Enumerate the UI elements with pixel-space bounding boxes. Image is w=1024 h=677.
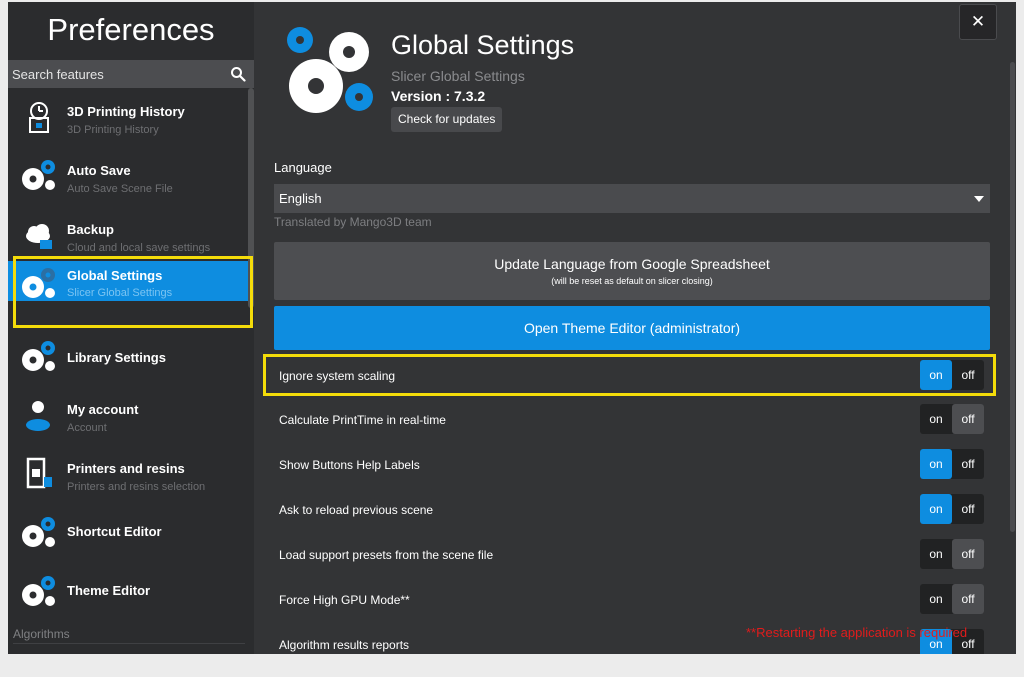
- divider: [13, 643, 245, 644]
- version-label: Version : 7.3.2: [391, 88, 486, 104]
- update-language-button[interactable]: Update Language from Google Spreadsheet …: [274, 242, 990, 300]
- user-icon: [26, 401, 50, 431]
- setting-label: Calculate PrintTime in real-time: [279, 413, 446, 427]
- toggle-off-option[interactable]: off: [952, 539, 984, 569]
- sidebar-item-title: Printers and resins: [67, 461, 185, 476]
- on-off-toggle[interactable]: on off: [920, 494, 984, 524]
- sidebar-item-title: 3D Printing History: [67, 104, 185, 119]
- cloud-icon: [26, 224, 52, 249]
- sidebar-item-shortcut-editor[interactable]: Shortcut Editor: [8, 504, 248, 560]
- language-selected-value: English: [279, 191, 322, 206]
- sidebar-item-title: My account: [67, 402, 139, 417]
- preferences-title: Preferences: [47, 12, 215, 47]
- section-label-algorithms: Algorithms: [13, 627, 70, 641]
- on-off-toggle[interactable]: on off: [920, 584, 984, 614]
- search-icon[interactable]: [230, 66, 246, 82]
- open-theme-editor-button[interactable]: Open Theme Editor (administrator): [274, 306, 990, 350]
- language-label: Language: [274, 160, 332, 175]
- update-language-note: (will be reset as default on slicer clos…: [551, 276, 713, 286]
- sidebar-item-title: Backup: [67, 222, 114, 237]
- toggle-on-option[interactable]: on: [920, 539, 952, 569]
- gears-icon: [22, 517, 55, 547]
- sidebar-item-subtitle: Printers and resins selection: [67, 481, 206, 493]
- setting-label: Show Buttons Help Labels: [279, 458, 420, 472]
- caret-down-icon: [974, 196, 984, 202]
- main-scrollbar[interactable]: [1010, 62, 1015, 532]
- sidebar-item-title: Shortcut Editor: [67, 524, 162, 539]
- update-language-label: Update Language from Google Spreadsheet: [494, 256, 770, 272]
- toggle-on-option[interactable]: on: [920, 494, 952, 524]
- toggle-off-option[interactable]: off: [952, 404, 984, 434]
- sidebar-item-3d-printing-history[interactable]: 3D Printing History 3D Printing History: [8, 88, 248, 144]
- on-off-toggle[interactable]: on off: [920, 449, 984, 479]
- setting-row: Show Buttons Help Labels on off: [274, 446, 990, 484]
- language-select[interactable]: English: [274, 184, 990, 213]
- preferences-window: Preferences 3D Printing History 3D Print…: [8, 2, 1016, 654]
- printer-icon: [26, 457, 52, 489]
- sidebar-item-theme-editor[interactable]: Theme Editor: [8, 563, 248, 619]
- sidebar: Preferences 3D Printing History 3D Print…: [8, 2, 254, 654]
- setting-row: Force High GPU Mode** on off: [274, 581, 990, 619]
- sidebar-item-subtitle: Cloud and local save settings: [67, 242, 211, 254]
- sidebar-item-title: Library Settings: [67, 350, 166, 365]
- check-for-updates-button[interactable]: Check for updates: [391, 107, 503, 132]
- main-panel: ✕ Global Settings Slicer Global Settings…: [254, 2, 1016, 654]
- restart-required-note: **Restarting the application is required: [746, 625, 968, 640]
- sidebar-item-subtitle: 3D Printing History: [67, 124, 159, 136]
- setting-row: Load support presets from the scene file…: [274, 536, 990, 574]
- sidebar-item-auto-save[interactable]: Auto Save Auto Save Scene File: [8, 147, 248, 203]
- setting-label: Load support presets from the scene file: [279, 548, 494, 562]
- close-button[interactable]: ✕: [959, 4, 997, 40]
- sidebar-item-my-account[interactable]: My account Account: [8, 386, 248, 442]
- search-input[interactable]: [8, 60, 223, 88]
- setting-row: Calculate PrintTime in real-time on off: [274, 401, 990, 439]
- on-off-toggle[interactable]: on off: [920, 539, 984, 569]
- highlight-box-sidebar: [13, 256, 253, 328]
- sidebar-item-title: Auto Save: [67, 163, 131, 178]
- toggle-on-option[interactable]: on: [920, 404, 952, 434]
- on-off-toggle[interactable]: on off: [920, 404, 984, 434]
- highlight-box-setting: [263, 354, 996, 396]
- toggle-on-option[interactable]: on: [920, 584, 952, 614]
- gears-icon: [22, 160, 55, 190]
- sidebar-item-title: Theme Editor: [67, 583, 151, 598]
- translated-by-note: Translated by Mango3D team: [274, 215, 432, 229]
- sidebar-item-subtitle: Auto Save Scene File: [67, 183, 173, 195]
- gears-logo-icon: [287, 27, 373, 113]
- toggle-off-option[interactable]: off: [952, 449, 984, 479]
- gears-icon: [22, 576, 55, 606]
- toggle-off-option[interactable]: off: [952, 494, 984, 524]
- sidebar-item-library-settings[interactable]: Library Settings: [8, 328, 248, 384]
- setting-label: Ask to reload previous scene: [279, 503, 434, 517]
- setting-row: Ask to reload previous scene on off: [274, 491, 990, 529]
- sidebar-item-subtitle: Account: [67, 422, 107, 434]
- setting-label: Force High GPU Mode**: [279, 593, 410, 607]
- gears-icon: [22, 341, 55, 371]
- page-subtitle: Slicer Global Settings: [391, 68, 525, 84]
- setting-label: Algorithm results reports: [279, 638, 410, 652]
- history-icon: [29, 102, 49, 133]
- page-title: Global Settings: [391, 30, 575, 60]
- sidebar-item-backup[interactable]: Backup Cloud and local save settings: [8, 206, 248, 262]
- sidebar-item-printers-and-resins[interactable]: Printers and resins Printers and resins …: [8, 445, 248, 501]
- toggle-off-option[interactable]: off: [952, 584, 984, 614]
- search-bar: [8, 60, 254, 88]
- toggle-on-option[interactable]: on: [920, 449, 952, 479]
